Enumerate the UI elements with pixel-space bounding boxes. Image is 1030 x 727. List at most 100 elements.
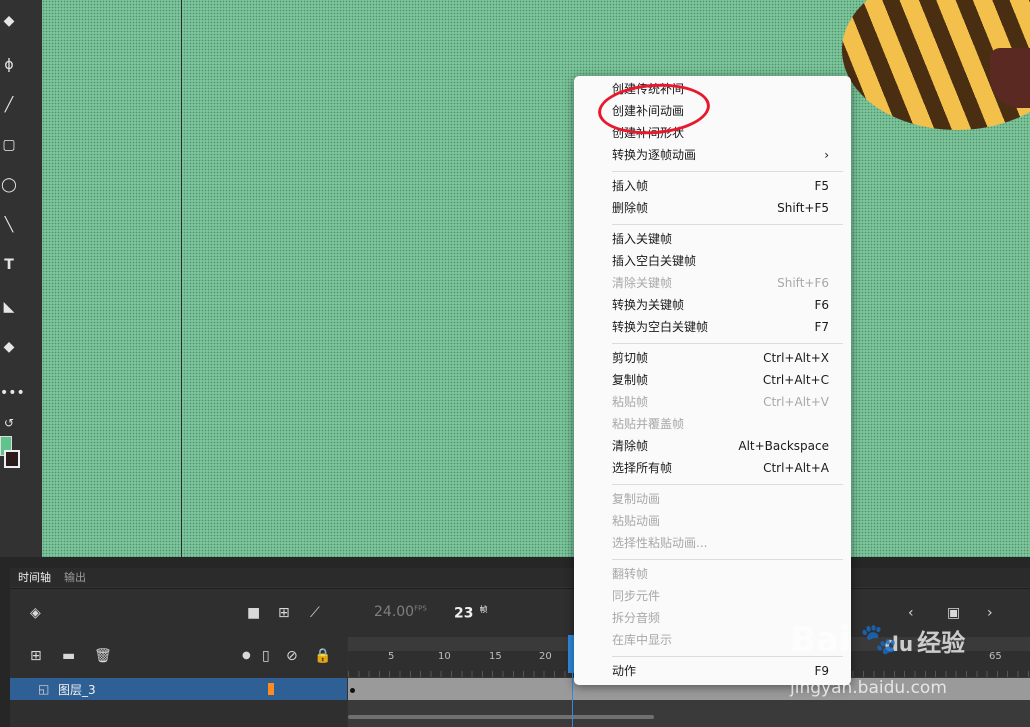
- watermark-brand-part: Bai: [790, 620, 851, 660]
- tab-output[interactable]: 输出: [64, 568, 86, 587]
- brush-tool-icon[interactable]: ╱: [0, 96, 18, 114]
- menu-item-label: 转换为关键帧: [612, 298, 685, 312]
- stroke-color-swatch[interactable]: [4, 450, 20, 468]
- menu-item-label: 插入帧: [612, 179, 649, 193]
- submenu-chevron-icon: ›: [824, 148, 829, 162]
- oval-tool-icon[interactable]: ◯: [0, 176, 18, 194]
- lock-icon[interactable]: 🔒: [314, 648, 331, 664]
- camera-icon[interactable]: ■: [247, 605, 260, 621]
- menu-item-label: 同步元件: [612, 589, 661, 603]
- context-menu-item[interactable]: 转换为关键帧 F6: [612, 295, 829, 315]
- menu-item-shortcut: Ctrl+Alt+A: [763, 461, 829, 475]
- visibility-icon[interactable]: ⊘: [286, 648, 298, 664]
- menu-item-label: 插入空白关键帧: [612, 254, 697, 268]
- next-frame-icon[interactable]: ›: [987, 605, 993, 621]
- ruler-tick: 10: [438, 651, 451, 662]
- graph-icon[interactable]: ⟋: [310, 605, 320, 621]
- menu-item-shortcut: Alt+Backspace: [738, 439, 829, 453]
- baidu-watermark: Bai du 经验 🐾 jingyan.baidu.com: [790, 620, 990, 700]
- context-menu: 创建传统补间 创建补间动画 创建补间形状 转换为逐帧动画 › 插入帧 F5 删除帧 Shift+…: [574, 76, 851, 685]
- menu-item-label: 清除帧: [612, 439, 649, 453]
- menu-item-shortcut: F7: [814, 320, 829, 334]
- menu-item-shortcut: Shift+F5: [777, 201, 829, 215]
- keyframe-dot[interactable]: [350, 688, 355, 693]
- context-menu-item: 粘贴帧 Ctrl+Alt+V: [612, 392, 829, 412]
- context-menu-item: 粘贴动画: [612, 511, 829, 531]
- layers-icon[interactable]: ◈: [30, 605, 41, 621]
- context-menu-item: 粘贴并覆盖帧: [612, 414, 829, 434]
- layer-type-icon: ◱: [38, 682, 50, 696]
- highlight-dot-icon[interactable]: ●: [242, 648, 251, 664]
- context-menu-item[interactable]: 删除帧 Shift+F5: [612, 198, 829, 218]
- context-menu-item[interactable]: 转换为逐帧动画 ›: [612, 145, 829, 165]
- more-tools-icon[interactable]: •••: [0, 384, 25, 402]
- fps-display[interactable]: 24.00FPS: [374, 604, 427, 620]
- paw-icon: 🐾: [860, 622, 898, 657]
- paint-bucket-tool-icon[interactable]: ◣: [0, 298, 18, 316]
- context-menu-item: 复制动画: [612, 489, 829, 509]
- prev-frame-icon[interactable]: ‹: [908, 605, 914, 621]
- frame-unit: 帧: [479, 605, 488, 614]
- eraser-tool-icon[interactable]: ◆: [0, 338, 18, 356]
- frame-display[interactable]: 23 帧: [454, 604, 487, 622]
- menu-separator: [612, 171, 843, 172]
- menu-item-shortcut: Shift+F6: [777, 276, 829, 290]
- context-menu-item[interactable]: 转换为空白关键帧 F7: [612, 317, 829, 337]
- swap-colors-icon[interactable]: ↺: [0, 414, 18, 432]
- lasso-tool-icon[interactable]: ϕ: [0, 56, 18, 74]
- menu-separator: [612, 559, 843, 560]
- playhead-line: [572, 673, 573, 727]
- menu-item-label: 清除关键帧: [612, 276, 673, 290]
- menu-item-label: 翻转帧: [612, 567, 649, 581]
- text-tool-icon[interactable]: T: [0, 256, 18, 274]
- context-menu-item[interactable]: 选择所有帧 Ctrl+Alt+A: [612, 458, 829, 478]
- menu-separator: [612, 224, 843, 225]
- menu-item-label: 复制动画: [612, 492, 661, 506]
- context-menu-item[interactable]: 剪切帧 Ctrl+Alt+X: [612, 348, 829, 368]
- fps-value: 24.00: [374, 604, 415, 620]
- ruler-tick: 5: [388, 651, 395, 662]
- context-menu-item[interactable]: 插入帧 F5: [612, 176, 829, 196]
- stage-boundary: [181, 0, 182, 557]
- menu-item-label: 在库中显示: [612, 633, 673, 647]
- menu-item-label: 插入关键帧: [612, 232, 673, 246]
- horizontal-scrollbar[interactable]: [348, 715, 654, 719]
- context-menu-item[interactable]: 清除帧 Alt+Backspace: [612, 436, 829, 456]
- tools-panel: ◆ ϕ ╱ ▢ ◯ ╲ T ◣ ◆ ••• ↺: [0, 0, 42, 557]
- menu-item-label: 粘贴并覆盖帧: [612, 417, 685, 431]
- layer-name[interactable]: 图层_3: [58, 681, 96, 698]
- context-menu-item: 选择性粘贴动画...: [612, 533, 829, 553]
- menu-item-label: 剪切帧: [612, 351, 649, 365]
- new-layer-icon[interactable]: ⊞: [30, 648, 42, 664]
- rectangle-tool-icon[interactable]: ▢: [0, 136, 18, 154]
- subselection-tool-icon[interactable]: ◆: [0, 12, 18, 30]
- menu-item-label: 粘贴帧: [612, 395, 649, 409]
- context-menu-item: 翻转帧: [612, 564, 829, 584]
- watermark-brand-cn: 经验: [917, 629, 966, 657]
- layer-row[interactable]: ◱ 图层_3: [10, 678, 347, 700]
- menu-item-label: 动作: [612, 664, 637, 678]
- menu-item-label: 粘贴动画: [612, 514, 661, 528]
- context-menu-item[interactable]: 插入关键帧: [612, 229, 829, 249]
- new-folder-icon[interactable]: ▬: [62, 648, 75, 664]
- context-menu-item[interactable]: 插入空白关键帧: [612, 251, 829, 271]
- menu-item-label: 复制帧: [612, 373, 649, 387]
- menu-item-shortcut: Ctrl+Alt+C: [762, 373, 829, 387]
- context-menu-item[interactable]: 复制帧 Ctrl+Alt+C: [612, 370, 829, 390]
- context-menu-item: 同步元件: [612, 586, 829, 606]
- context-menu-item: 清除关键帧 Shift+F6: [612, 273, 829, 293]
- menu-item-label: 转换为逐帧动画: [612, 148, 697, 162]
- outline-icon[interactable]: ▯: [262, 648, 270, 664]
- line-tool-icon[interactable]: ╲: [0, 216, 18, 234]
- menu-separator: [612, 484, 843, 485]
- fps-unit: FPS: [414, 604, 427, 613]
- layer-parenting-icon[interactable]: ⊞: [278, 605, 290, 621]
- menu-item-shortcut: F5: [814, 179, 829, 193]
- delete-layer-icon[interactable]: 🗑: [94, 648, 112, 664]
- menu-item-label: 选择所有帧: [612, 461, 673, 475]
- ruler-tick: 20: [539, 651, 552, 662]
- menu-separator: [612, 343, 843, 344]
- layer-color-swatch[interactable]: [268, 683, 274, 695]
- tab-timeline[interactable]: 时间轴: [18, 568, 51, 587]
- stop-icon[interactable]: ▣: [947, 605, 960, 621]
